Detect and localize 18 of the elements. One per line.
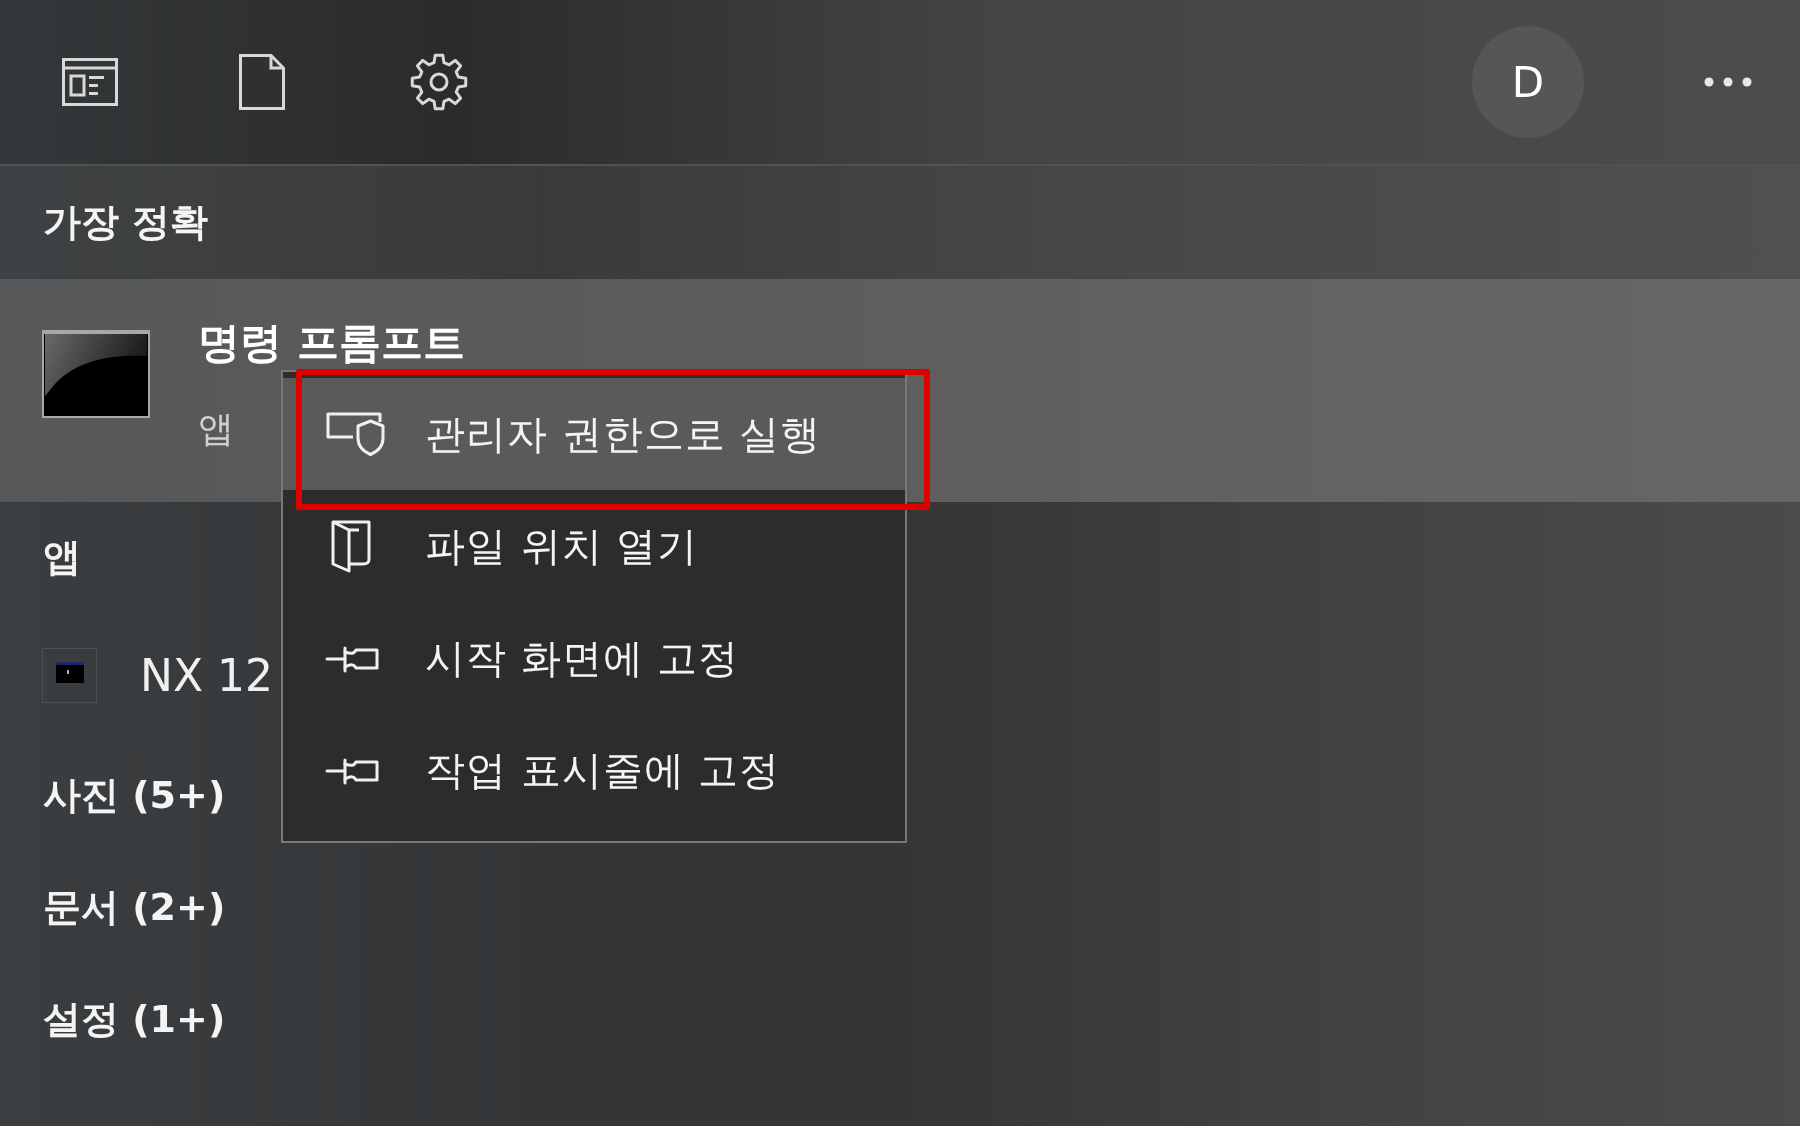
account-avatar[interactable]: D — [1472, 26, 1584, 138]
settings-icon[interactable] — [410, 53, 468, 111]
category-heading[interactable]: 설정 (1+) — [43, 993, 226, 1045]
window-icon — [42, 648, 97, 703]
category-heading[interactable]: 문서 (2+) — [43, 881, 226, 933]
document-icon[interactable] — [239, 54, 285, 110]
news-icon[interactable] — [62, 58, 118, 106]
menu-item[interactable]: 시작 화면에 고정 — [283, 602, 905, 714]
section-heading: 앱 — [43, 533, 81, 581]
category-heading[interactable]: 사진 (5+) — [43, 769, 226, 821]
menu-item[interactable]: 작업 표시줄에 고정 — [283, 714, 905, 826]
more-icon[interactable] — [1704, 77, 1752, 87]
shield-icon — [325, 411, 385, 457]
section-heading: 가장 정확 — [43, 199, 209, 246]
terminal-icon — [42, 330, 150, 418]
app-item[interactable]: NX 12 — [0, 612, 284, 739]
app-title: 명령 프롬프트 — [198, 318, 465, 368]
app-type: 앱 — [198, 407, 234, 451]
